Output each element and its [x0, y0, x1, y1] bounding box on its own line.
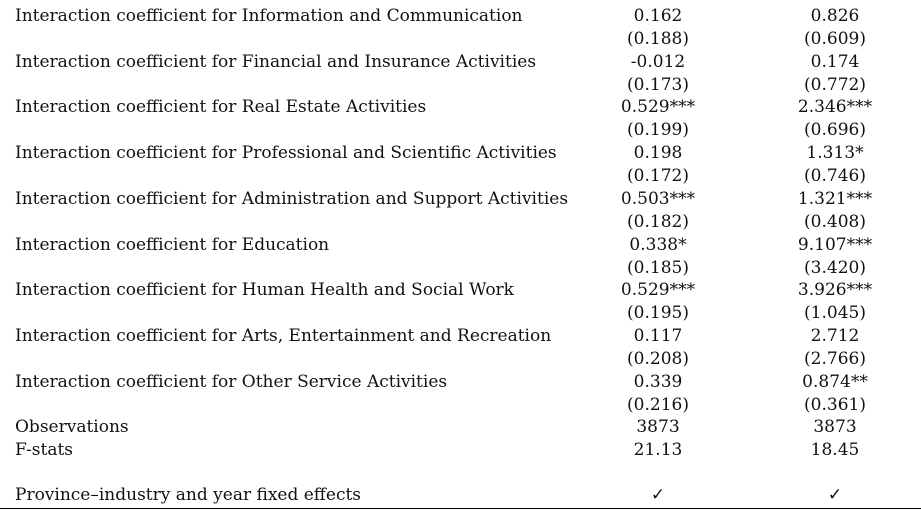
- coef-col2: 2.712: [810, 325, 860, 346]
- coef-col1: 0.529***: [620, 280, 696, 301]
- se-col2: (0.361): [804, 394, 866, 415]
- coef-col1: 0.162: [633, 6, 683, 26]
- coef-col1: 0.117: [633, 325, 683, 346]
- row-label: Interaction coefficient for Administrati…: [15, 188, 569, 209]
- fixed-effects-col2: ✓: [827, 485, 843, 505]
- se-col2: (0.609): [804, 29, 866, 49]
- coef-col2: 1.313*: [806, 143, 864, 164]
- coef-col2: 0.874**: [802, 371, 868, 392]
- stat-label: F-stats: [15, 440, 74, 460]
- stat-label: Observations: [15, 417, 129, 437]
- row-label: Interaction coefficient for Arts, Entert…: [15, 325, 552, 346]
- se-col1: (0.188): [627, 29, 689, 49]
- coef-col1: 0.198: [633, 143, 683, 164]
- coef-col1: 0.338*: [629, 234, 687, 255]
- se-col1: (0.199): [627, 120, 689, 141]
- se-col2: (0.696): [804, 120, 866, 141]
- row-label: Interaction coefficient for Financial an…: [15, 51, 537, 72]
- se-col1: (0.185): [627, 257, 689, 278]
- coef-col2: 9.107***: [797, 234, 873, 255]
- se-col2: (0.772): [804, 74, 866, 95]
- coef-col2: 0.826: [810, 6, 860, 26]
- se-col1: (0.182): [627, 211, 689, 232]
- coef-col2: 1.321***: [797, 188, 873, 209]
- coef-col2: 0.174: [810, 51, 860, 72]
- coef-col1: 0.503***: [620, 188, 696, 209]
- coef-col1: 0.529***: [620, 97, 696, 118]
- se-col2: (1.045): [804, 303, 866, 324]
- se-col1: (0.172): [627, 166, 689, 187]
- stat-col2: 3873: [813, 417, 857, 437]
- bottom-rule: [0, 508, 921, 509]
- se-col2: (0.408): [804, 211, 866, 232]
- row-label: Interaction coefficient for Information …: [15, 6, 523, 26]
- se-col1: (0.208): [627, 348, 689, 369]
- se-col1: (0.173): [627, 74, 689, 95]
- row-label: Interaction coefficient for Education: [15, 234, 330, 255]
- stat-col1: 3873: [636, 417, 680, 437]
- coef-col1: -0.012: [630, 51, 686, 72]
- se-col2: (3.420): [804, 257, 866, 278]
- fixed-effects-col1: ✓: [650, 485, 666, 505]
- se-col1: (0.216): [627, 394, 689, 415]
- se-col1: (0.195): [627, 303, 689, 324]
- se-col2: (2.766): [804, 348, 866, 369]
- coef-col2: 3.926***: [797, 280, 873, 301]
- stat-col1: 21.13: [633, 440, 683, 460]
- row-label: Interaction coefficient for Real Estate …: [15, 97, 427, 118]
- regression-table: Interaction coefficient for Information …: [0, 0, 921, 516]
- stat-col2: 18.45: [810, 440, 860, 460]
- se-col2: (0.746): [804, 166, 866, 187]
- row-label: Interaction coefficient for Other Servic…: [15, 371, 448, 392]
- coef-col1: 0.339: [633, 371, 683, 392]
- fixed-effects-label: Province–industry and year fixed effects: [15, 485, 362, 505]
- row-label: Interaction coefficient for Professional…: [15, 143, 557, 164]
- row-label: Interaction coefficient for Human Health…: [15, 280, 514, 301]
- coef-col2: 2.346***: [797, 97, 873, 118]
